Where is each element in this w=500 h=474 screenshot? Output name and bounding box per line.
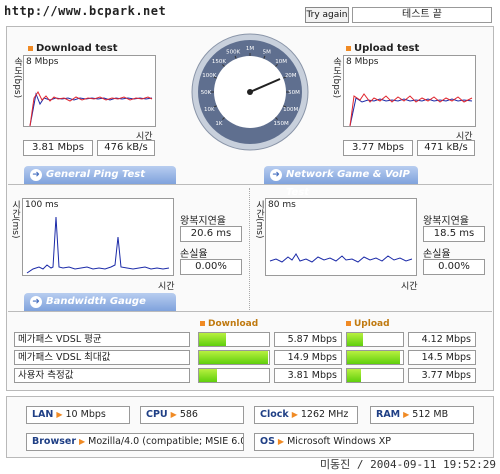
upload-bar [346,350,404,365]
general-rtt-label: 왕복지연율 [180,216,226,227]
download-kbs-field: 476 kB/s [97,140,155,156]
gauge-tick-label: 10K [204,107,215,113]
gauge-tick-label: 5M [263,49,271,55]
upload-bar [346,332,404,347]
gauge-tick-label: 1K [215,121,222,127]
upload-value: 3.77 Mbps [408,368,476,383]
gauge-tick-label: 100K [202,73,216,79]
general-ping-ymax: 100 ms [25,200,59,210]
cpu-field: CPU ▶ 586 [140,406,244,424]
upload-bar-fill [347,351,401,364]
speed-gauge: 1K 10K 50K 100K 150K 500K 1M 5M 10M 20M 50M 100M 150… [190,32,310,152]
signature-watermark: 미동진 / 2004-09-11 19:52:29 [319,458,496,471]
download-ymax: 8 Mbps [26,57,59,67]
game-rtt-field: 18.5 ms [423,226,485,242]
bullet-icon [346,321,351,326]
download-series-red [29,91,153,126]
browser-field: Browser ▶ Mozilla/4.0 (compatible; MSIE 6.… [26,433,244,451]
gauge-tick-label: 100M [283,107,298,113]
tab-network-game[interactable]: ➜ Network Game & VoIP Test [264,166,418,198]
tab-bandwidth[interactable]: ➜ Bandwidth Gauge [24,293,176,311]
download-title: Download test [28,43,118,54]
game-ping-series [269,253,413,263]
download-bar-fill [199,333,227,346]
download-value: 5.87 Mbps [274,332,342,347]
upload-value: 4.12 Mbps [408,332,476,347]
gauge-tick-label: 150M [273,121,288,127]
upload-series-blue [349,97,473,126]
upload-series-red [349,93,473,126]
general-loss-label: 손실율 [180,249,208,260]
triangle-right-icon: ▶ [79,437,86,446]
game-rtt-label: 왕복지연율 [423,216,469,227]
upload-ylabel: 속도(bps) [331,57,341,99]
gauge-tick-label: 20M [285,73,297,79]
arrow-right-icon: ➜ [30,169,42,181]
download-mbps-field: 3.81 Mbps [23,140,93,156]
bullet-icon [346,45,351,51]
general-ping-chart [26,216,170,274]
download-bar [198,368,270,383]
section-divider [8,184,492,185]
bullet-icon [28,45,33,51]
game-loss-field: 0.00% [423,259,485,275]
download-bar [198,332,270,347]
lan-field: LAN ▶ 10 Mbps [26,406,130,424]
triangle-right-icon: ▶ [403,410,410,419]
try-again-button[interactable]: Try again [305,7,349,23]
triangle-right-icon: ▶ [56,410,63,419]
triangle-right-icon: ▶ [291,410,298,419]
column-divider [249,188,250,310]
bullet-icon [200,321,205,326]
game-ping-xlabel: 시간 [401,282,418,292]
upload-kbs-field: 471 kB/s [417,140,475,156]
gauge-dial: 1K 10K 50K 100K 150K500K 1M 5M 10M 20M 50M 100M 150… [191,33,309,151]
gauge-tick-label: 150K [212,59,226,65]
ram-field: RAM ▶ 512 MB [370,406,474,424]
upload-title: Upload test [346,43,419,54]
download-bar [198,350,270,365]
general-ping-xlabel: 시간 [158,282,175,292]
game-ping-chart [269,253,413,263]
tab-general-ping[interactable]: ➜ General Ping Test [24,166,176,184]
site-url: http://www.bcpark.net [4,4,167,18]
general-rtt-field: 20.6 ms [180,226,242,242]
bandwidth-row-label: 메가패스 VDSL 최대값 [14,350,190,365]
upload-value: 14.5 Mbps [408,350,476,365]
bandwidth-row-label: 메가패스 VDSL 평균 [14,332,190,347]
triangle-right-icon: ▶ [277,437,285,446]
download-legend: Download [200,319,258,329]
general-loss-field: 0.00% [180,259,242,275]
gauge-tick-label: 10M [275,59,287,65]
upload-mbps-field: 3.77 Mbps [343,140,413,156]
gauge-tick-label: 1M [246,46,254,52]
gauge-tick-label: 50K [201,90,212,96]
download-value: 3.81 Mbps [274,368,342,383]
section-divider [8,311,492,312]
arrow-right-icon: ➜ [30,296,42,308]
download-value: 14.9 Mbps [274,350,342,365]
upload-ymax: 8 Mbps [346,57,379,67]
upload-bar [346,368,404,383]
clock-field: Clock ▶ 1262 MHz [254,406,358,424]
game-ping-ymax: 80 ms [268,200,296,210]
general-ping-ylabel: 시간(ms) [10,200,20,239]
arrow-right-icon: ➜ [270,169,282,181]
gauge-tick-label: 500K [226,49,240,55]
status-field: 테스트 끝 [352,7,492,23]
upload-legend: Upload [346,319,390,329]
gauge-tick-label: 50M [288,90,300,96]
download-bar-fill [199,369,217,382]
upload-bar-fill [347,369,361,382]
os-field: OS ▶ Microsoft Windows XP [254,433,474,451]
bandwidth-row-label: 사용자 측정값 [14,368,190,383]
general-ping-series [26,216,170,274]
upload-bar-fill [347,333,363,346]
download-bar-fill [199,351,268,364]
game-loss-label: 손실율 [423,249,451,260]
triangle-right-icon: ▶ [170,410,177,419]
